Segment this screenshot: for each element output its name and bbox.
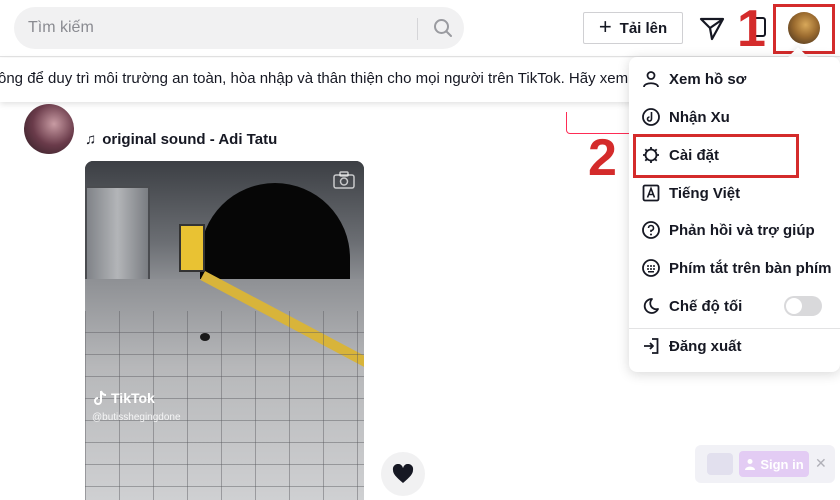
heart-icon bbox=[392, 464, 414, 483]
send-icon[interactable] bbox=[698, 14, 726, 42]
plus-icon: + bbox=[598, 14, 612, 39]
menu-item-label: Nhận Xu bbox=[669, 108, 730, 126]
keyboard-icon bbox=[641, 258, 661, 278]
tiktok-logo-icon bbox=[94, 390, 107, 405]
dark-mode-toggle[interactable] bbox=[784, 296, 822, 316]
menu-item-language[interactable]: Tiếng Việt bbox=[629, 175, 840, 211]
person-icon bbox=[745, 459, 756, 470]
search-input[interactable] bbox=[28, 7, 418, 49]
tiktok-watermark: TikTok bbox=[93, 390, 155, 406]
search-bar bbox=[14, 7, 464, 49]
camera-icon bbox=[333, 171, 355, 189]
menu-item-get-coins[interactable]: Nhận Xu bbox=[629, 99, 840, 135]
menu-item-keyboard-shortcuts[interactable]: Phím tắt trên bàn phím bbox=[629, 250, 840, 286]
menu-item-label: Đăng xuất bbox=[669, 337, 742, 355]
moon-icon bbox=[641, 296, 661, 316]
menu-item-label: Phím tắt trên bàn phím bbox=[669, 259, 832, 277]
help-icon bbox=[641, 220, 661, 240]
step-2-number: 2 bbox=[588, 129, 617, 187]
step-1-highlight bbox=[773, 4, 835, 54]
upload-button[interactable]: + Tải lên bbox=[583, 12, 683, 44]
step-1-number: 1 bbox=[737, 0, 766, 58]
top-bar: + Tải lên 1 bbox=[0, 0, 840, 57]
menu-item-logout[interactable]: Đăng xuất bbox=[629, 328, 840, 364]
close-icon[interactable]: ✕ bbox=[815, 456, 829, 470]
search-button[interactable] bbox=[428, 13, 458, 43]
like-button[interactable] bbox=[381, 452, 425, 496]
signin-button[interactable]: Sign in bbox=[739, 451, 809, 477]
logout-icon bbox=[641, 336, 661, 356]
video-frame-bird bbox=[200, 333, 210, 341]
tiktok-page: + Tải lên 1 ông để duy trì môi trường an… bbox=[0, 0, 840, 500]
watermark-handle: @butisshegingdone bbox=[92, 412, 181, 423]
watermark-brand: TikTok bbox=[111, 390, 155, 406]
tiktok-coin-icon bbox=[641, 107, 661, 127]
menu-item-label: Xem hồ sơ bbox=[669, 70, 747, 88]
person-icon bbox=[641, 69, 661, 89]
step-2-highlight bbox=[633, 134, 799, 178]
menu-item-dark-mode: Chế độ tối bbox=[629, 288, 840, 324]
menu-item-label: Chế độ tối bbox=[669, 297, 743, 315]
sound-title: original sound - Adi Tatu bbox=[102, 131, 278, 148]
toggle-knob bbox=[786, 298, 802, 314]
video-player[interactable]: TikTok @butisshegingdone bbox=[85, 161, 364, 500]
menu-item-view-profile[interactable]: Xem hồ sơ bbox=[629, 61, 840, 97]
app-icon bbox=[707, 453, 733, 475]
signin-label: Sign in bbox=[760, 456, 804, 472]
video-frame-sign bbox=[179, 224, 205, 272]
search-icon bbox=[434, 19, 452, 37]
get-app-signin-pill: Sign in ✕ bbox=[695, 445, 835, 483]
upload-label: Tải lên bbox=[619, 19, 668, 37]
profile-dropdown-menu: Xem hồ sơ Nhận Xu Cài đặt Tiếng Việt Phả bbox=[629, 57, 840, 372]
author-avatar[interactable] bbox=[24, 104, 74, 154]
sound-link[interactable]: ♫ original sound - Adi Tatu bbox=[85, 131, 277, 148]
music-note-icon: ♫ bbox=[85, 131, 97, 148]
menu-item-feedback-help[interactable]: Phản hồi và trợ giúp bbox=[629, 212, 840, 248]
video-frame-doors bbox=[85, 186, 150, 291]
language-icon bbox=[641, 183, 661, 203]
search-divider bbox=[417, 18, 418, 40]
menu-item-label: Tiếng Việt bbox=[669, 184, 741, 202]
menu-item-label: Phản hồi và trợ giúp bbox=[669, 221, 815, 239]
notice-text: ông để duy trì môi trường an toàn, hòa n… bbox=[0, 70, 641, 87]
